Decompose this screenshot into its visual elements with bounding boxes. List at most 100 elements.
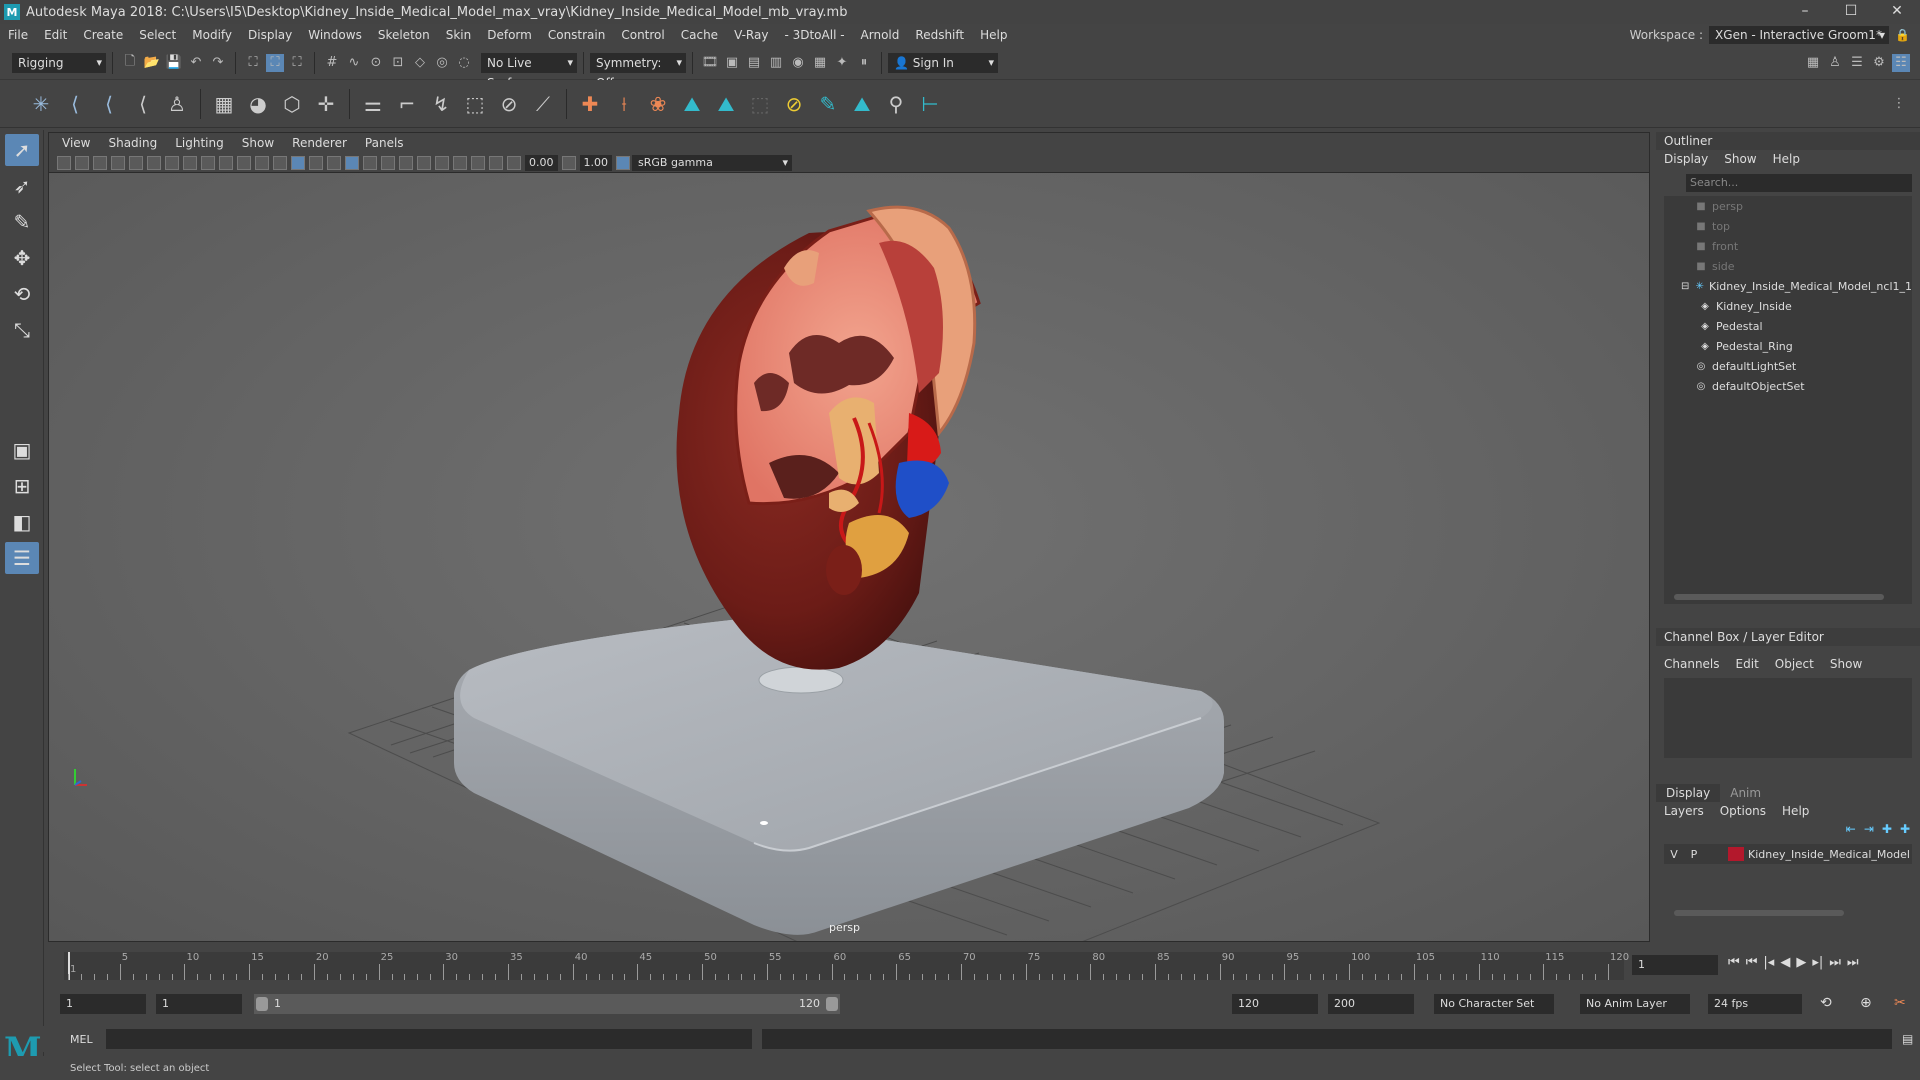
outliner-menu-help[interactable]: Help xyxy=(1765,152,1808,166)
interactive-bind-icon[interactable]: ✛ xyxy=(311,89,341,119)
locator-icon[interactable]: ✚ xyxy=(575,89,605,119)
menu-edit[interactable]: Edit xyxy=(36,28,75,42)
resolution-gate-icon[interactable] xyxy=(183,155,197,170)
fps-dropdown[interactable]: 24 fps xyxy=(1708,994,1802,1014)
mel-label[interactable]: MEL xyxy=(70,1033,106,1046)
tab-display[interactable]: Display xyxy=(1656,784,1721,802)
safe-action-icon[interactable] xyxy=(237,155,251,170)
menu-display[interactable]: Display xyxy=(240,28,300,42)
insert-joint-icon[interactable]: ⟨ xyxy=(128,89,158,119)
node-editor-icon[interactable]: ⛰ xyxy=(847,89,877,119)
single-perspective-layout-icon[interactable]: ▣ xyxy=(5,434,39,466)
channel-box-icon[interactable]: ☷ xyxy=(1892,53,1910,72)
vp-menu-renderer[interactable]: Renderer xyxy=(283,136,356,150)
cluster-icon[interactable]: ↯ xyxy=(426,89,456,119)
time-ruler[interactable]: 1 5 10 15 20 25 30 35 40 45 50 55 60 65 70 75 80 85 90 95 10… xyxy=(64,952,1629,980)
maximize-button[interactable]: ☐ xyxy=(1828,0,1874,24)
outliner-layout-icon[interactable]: ☰ xyxy=(5,542,39,574)
move-layer-down-icon[interactable]: ⇥ xyxy=(1864,822,1874,836)
modeling-toolkit-icon[interactable]: ▦ xyxy=(1804,54,1822,72)
menuset-dropdown[interactable]: Rigging xyxy=(12,52,106,73)
tab-anim[interactable]: Anim xyxy=(1720,784,1771,802)
collapse-icon[interactable]: ⊟ xyxy=(1680,281,1691,292)
xray-icon[interactable] xyxy=(471,155,485,170)
close-button[interactable]: ✕ xyxy=(1874,0,1920,24)
shadows-icon[interactable] xyxy=(381,155,395,170)
gamma-field[interactable]: 1.00 xyxy=(579,154,612,171)
range-handle-start[interactable] xyxy=(256,997,268,1011)
vray-ipr-icon[interactable]: ✦ xyxy=(833,54,851,72)
menu-deform[interactable]: Deform xyxy=(479,28,540,42)
select-component-icon[interactable]: ⛶ xyxy=(288,54,306,72)
parent-constraint-icon[interactable]: ⟊ xyxy=(609,89,639,119)
menu-cache[interactable]: Cache xyxy=(673,28,726,42)
vp-menu-show[interactable]: Show xyxy=(233,136,283,150)
outliner-item-top[interactable]: ■ top xyxy=(1664,216,1912,236)
film-gate-icon[interactable] xyxy=(165,155,179,170)
outliner-item-persp[interactable]: ■ persp xyxy=(1664,196,1912,216)
undo-icon[interactable]: ↶ xyxy=(187,54,205,72)
layer-menu-layers[interactable]: Layers xyxy=(1656,804,1712,818)
orient-constraint-icon[interactable]: ⛰ xyxy=(711,89,741,119)
attribute-editor-icon[interactable]: ☰ xyxy=(1848,54,1866,72)
snap-plane-icon[interactable]: ◎ xyxy=(433,54,451,72)
isolate-select-icon[interactable] xyxy=(453,155,467,170)
playback-start-field[interactable]: 1 xyxy=(156,994,242,1014)
step-forward-key-icon[interactable]: ⏭ xyxy=(1829,955,1841,970)
render-view-icon[interactable]: 🎞 xyxy=(701,54,719,72)
safe-title-icon[interactable] xyxy=(255,155,269,170)
hypershade-icon[interactable]: ◉ xyxy=(789,54,807,72)
cb-menu-edit[interactable]: Edit xyxy=(1728,657,1767,671)
vp-menu-panels[interactable]: Panels xyxy=(356,136,413,150)
new-scene-icon[interactable]: 🗋 xyxy=(121,54,139,72)
sculpt-icon[interactable]: ⟋ xyxy=(528,89,558,119)
tool-settings-icon[interactable]: ⚙ xyxy=(1870,54,1888,72)
anim-layer-dropdown[interactable]: No Anim Layer xyxy=(1580,994,1690,1014)
camera-attributes-icon[interactable] xyxy=(93,155,107,170)
gamma-icon[interactable] xyxy=(561,155,576,170)
auto-key-icon[interactable]: ⊕ xyxy=(1860,995,1872,1011)
cb-menu-channels[interactable]: Channels xyxy=(1656,657,1728,671)
save-scene-icon[interactable]: 💾 xyxy=(165,54,183,72)
outliner-menu-display[interactable]: Display xyxy=(1656,152,1716,166)
joint-tool-icon[interactable]: ✳ xyxy=(26,89,56,119)
outliner-item-kidney-inside[interactable]: ◈ Kidney_Inside xyxy=(1664,296,1912,316)
use-all-lights-icon[interactable] xyxy=(363,155,377,170)
time-slider[interactable]: 1 5 10 15 20 25 30 35 40 45 50 55 60 65 70 75 80 85 90 95 10… xyxy=(48,946,1629,982)
layer-color-swatch[interactable] xyxy=(1728,847,1744,861)
lattice-icon[interactable]: ⌐ xyxy=(392,89,422,119)
animation-start-field[interactable]: 1 xyxy=(60,994,146,1014)
motion-blur-icon[interactable] xyxy=(417,155,431,170)
step-back-frame-icon[interactable]: |◂ xyxy=(1763,955,1774,970)
outliner-search-input[interactable]: Search... xyxy=(1686,174,1912,192)
select-tool-icon[interactable]: ➚ xyxy=(5,134,39,166)
ipr-render-icon[interactable]: ▤ xyxy=(745,54,763,72)
rotate-tool-icon[interactable]: ⟲ xyxy=(5,278,39,310)
outliner-item-default-object-set[interactable]: ◎ defaultObjectSet xyxy=(1664,376,1912,396)
menu-create[interactable]: Create xyxy=(75,28,131,42)
select-hierarchy-icon[interactable]: ⛶ xyxy=(244,54,262,72)
outliner-menu-show[interactable]: Show xyxy=(1716,152,1764,166)
select-joint-icon[interactable]: ⊢ xyxy=(915,89,945,119)
outliner-item-side[interactable]: ■ side xyxy=(1664,256,1912,276)
current-frame-field[interactable]: 1 xyxy=(1632,955,1718,975)
vp-menu-view[interactable]: View xyxy=(53,136,99,150)
image-plane-icon[interactable] xyxy=(129,155,143,170)
character-controls-icon[interactable]: ♙ xyxy=(1826,54,1844,72)
connection-editor-icon[interactable]: ✎ xyxy=(813,89,843,119)
sign-in-dropdown[interactable]: 👤 Sign In xyxy=(888,52,998,73)
ambient-occlusion-icon[interactable] xyxy=(399,155,413,170)
menu-skin[interactable]: Skin xyxy=(438,28,480,42)
layer-hscrollbar[interactable] xyxy=(1674,910,1844,916)
color-management-icon[interactable] xyxy=(616,155,630,170)
snap-surface-icon[interactable]: ◇ xyxy=(411,54,429,72)
lasso-tool-icon[interactable]: ➶ xyxy=(5,170,39,202)
new-layer-icon[interactable]: ✚ xyxy=(1882,822,1892,836)
smooth-bind-icon[interactable]: ⬡ xyxy=(277,89,307,119)
camera-select-icon[interactable] xyxy=(57,155,71,170)
menu-3dtoall[interactable]: - 3DtoAll - xyxy=(776,28,852,42)
set-driven-key-icon[interactable]: ⊘ xyxy=(779,89,809,119)
range-handle-end[interactable] xyxy=(826,997,838,1011)
play-forward-icon[interactable]: ▶ xyxy=(1796,955,1806,970)
snap-view-icon[interactable]: ⊡ xyxy=(389,54,407,72)
